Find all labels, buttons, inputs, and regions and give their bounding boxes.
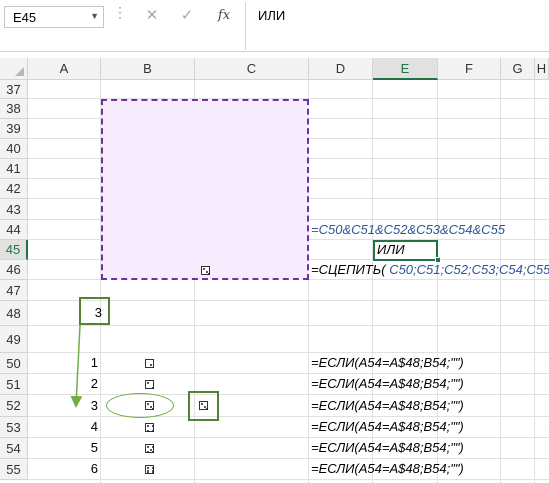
row-header-39[interactable]: 39 <box>0 119 28 139</box>
gridline <box>28 373 549 374</box>
gridline <box>28 437 549 438</box>
die-face-cell-b51 <box>145 380 154 389</box>
name-box[interactable]: E45 ▼ <box>4 6 104 28</box>
row-header-51[interactable]: 51 <box>0 374 28 395</box>
cell-d53[interactable]: =ЕСЛИ(A54=A$48;B54;"") <box>311 417 464 437</box>
row-header-38[interactable]: 38 <box>0 99 28 119</box>
select-all-corner[interactable] <box>0 58 28 80</box>
name-box-value: E45 <box>13 10 37 25</box>
insert-function-icon[interactable]: fx <box>212 5 236 27</box>
column-header-e[interactable]: E <box>373 58 438 80</box>
gridline <box>28 352 549 353</box>
highlight-box-a48 <box>79 297 110 325</box>
fill-handle[interactable] <box>435 257 441 263</box>
row-header-48[interactable]: 48 <box>0 301 28 326</box>
row-header-49[interactable]: 49 <box>0 326 28 353</box>
formula-bar: E45 ▼ ⋮ ✕ ✓ fx ИЛИ <box>0 0 549 52</box>
row-header-50[interactable]: 50 <box>0 353 28 374</box>
chevron-down-icon[interactable]: ▼ <box>90 11 99 21</box>
more-dots-icon: ⋮ <box>113 4 127 20</box>
formula-input-text: ИЛИ <box>258 8 286 23</box>
row-header-46[interactable]: 46 <box>0 260 28 280</box>
gridline <box>28 458 549 459</box>
row-header-44[interactable]: 44 <box>0 220 28 240</box>
cell-d46[interactable]: =СЦЕПИТЬ( C50;C51;C52;C53;C54;C55 ) <box>311 260 549 280</box>
cell-a50[interactable]: 1 <box>28 353 98 373</box>
row-header-52[interactable]: 52 <box>0 395 28 417</box>
cell-d54[interactable]: =ЕСЛИ(A54=A$48;B54;"") <box>311 438 464 458</box>
row-header-55[interactable]: 55 <box>0 459 28 480</box>
cell-d46-prefix: =СЦЕПИТЬ( <box>311 262 386 277</box>
column-header-f[interactable]: F <box>438 58 501 80</box>
die-face-cell-b46 <box>201 266 210 275</box>
die-face-cell-b50 <box>145 359 154 368</box>
cell-a53[interactable]: 4 <box>28 417 98 437</box>
row-header-41[interactable]: 41 <box>0 159 28 179</box>
row-header-37[interactable]: 37 <box>0 80 28 99</box>
column-header-a[interactable]: A <box>28 58 101 80</box>
gridline <box>28 479 549 480</box>
column-header-h[interactable]: H <box>535 58 549 80</box>
gridline <box>28 416 549 417</box>
highlight-ellipse-row52 <box>106 393 174 418</box>
cell-a54[interactable]: 5 <box>28 438 98 458</box>
cell-d50[interactable]: =ЕСЛИ(A54=A$48;B54;"") <box>311 353 464 373</box>
column-header-b[interactable]: B <box>101 58 195 80</box>
gridline <box>500 80 501 483</box>
cell-a51[interactable]: 2 <box>28 374 98 394</box>
gridline <box>28 394 549 395</box>
row-header-42[interactable]: 42 <box>0 179 28 199</box>
die-face-cell-b53 <box>145 423 154 432</box>
die-face-cell-b54 <box>145 444 154 453</box>
cell-d51[interactable]: =ЕСЛИ(A54=A$48;B54;"") <box>311 374 464 394</box>
row-header-53[interactable]: 53 <box>0 417 28 438</box>
die-face-cell-b55 <box>145 465 154 474</box>
row-header-43[interactable]: 43 <box>0 199 28 220</box>
cell-d52[interactable]: =ЕСЛИ(A54=A$48;B54;"") <box>311 396 464 416</box>
column-header-d[interactable]: D <box>309 58 373 80</box>
cell-a52[interactable]: 3 <box>28 396 98 416</box>
row-header-54[interactable]: 54 <box>0 438 28 459</box>
row-header-47[interactable]: 47 <box>0 280 28 301</box>
purple-shape-highlight[interactable] <box>101 99 309 280</box>
highlight-box-c52 <box>188 391 219 421</box>
gridline <box>28 325 549 326</box>
gridline <box>534 80 535 483</box>
active-cell-selection[interactable] <box>373 240 438 261</box>
cancel-icon[interactable]: ✕ <box>140 5 164 27</box>
cell-d46-args: C50;C51;C52;C53;C54;C55 <box>389 262 549 277</box>
row-header-45[interactable]: 45 <box>0 240 28 260</box>
cell-d55[interactable]: =ЕСЛИ(A54=A$48;B54;"") <box>311 459 464 479</box>
cell-a55[interactable]: 6 <box>28 459 98 479</box>
row-header-40[interactable]: 40 <box>0 139 28 159</box>
column-header-g[interactable]: G <box>501 58 535 80</box>
enter-check-icon[interactable]: ✓ <box>175 5 199 27</box>
formula-input[interactable]: ИЛИ <box>246 0 549 50</box>
column-header-c[interactable]: C <box>195 58 309 80</box>
cell-d44[interactable]: =C50&C51&C52&C53&C54&C55 <box>311 220 505 240</box>
